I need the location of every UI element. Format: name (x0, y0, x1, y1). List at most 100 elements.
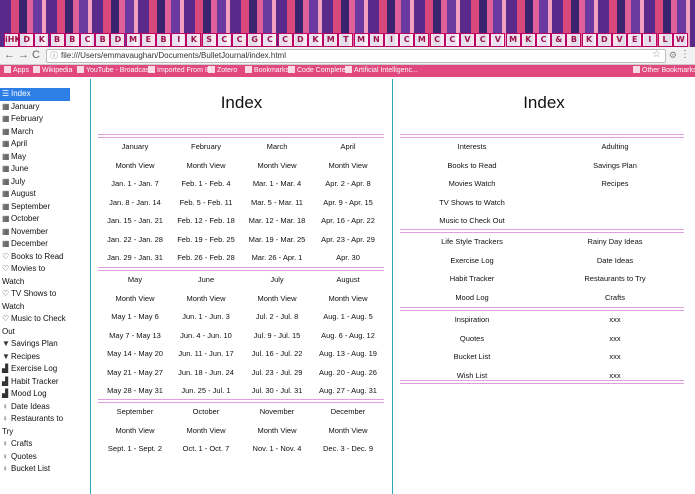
browser-tab[interactable]: K (186, 33, 202, 47)
week-link[interactable]: Aug. 27 - Aug. 31 (312, 386, 384, 395)
browser-tab[interactable]: C (277, 33, 293, 47)
sidebar-item[interactable]: ▦February (0, 113, 70, 126)
collection-link[interactable]: Books to Read (402, 161, 542, 170)
browser-tab[interactable]: K (581, 33, 597, 47)
browser-tab[interactable]: iHK (4, 33, 21, 47)
collection-link[interactable]: xxx (545, 334, 685, 343)
browser-tab[interactable]: K (34, 33, 50, 47)
month-view-link[interactable]: Month View (312, 426, 384, 435)
collection-link[interactable]: Movies Watch (402, 179, 542, 188)
week-link[interactable]: Jan. 1 - Jan. 7 (99, 179, 171, 188)
browser-tab[interactable]: M (505, 33, 521, 47)
sidebar-item[interactable]: ▦December (0, 238, 70, 251)
sidebar-item[interactable]: ♡ Books to Read (0, 251, 70, 264)
collection-link[interactable]: Habit Tracker (402, 274, 542, 283)
week-link[interactable]: Aug. 6 - Aug. 12 (312, 331, 384, 340)
browser-tab[interactable]: M (414, 33, 430, 47)
browser-tab[interactable]: S (201, 33, 217, 47)
week-link[interactable]: Aug. 1 - Aug. 5 (312, 312, 384, 321)
week-link[interactable]: May 21 - May 27 (99, 368, 171, 377)
sidebar-item[interactable]: ♀ Bucket List (0, 463, 70, 476)
browser-tab[interactable]: K (520, 33, 536, 47)
week-link[interactable]: Feb. 5 - Feb. 11 (170, 198, 242, 207)
sidebar-item[interactable]: ▟ Habit Tracker (0, 376, 70, 389)
month-view-link[interactable]: Month View (312, 161, 384, 170)
collection-link[interactable]: Bucket List (402, 352, 542, 361)
bookmark-item[interactable]: YouTube - Broadcas... (77, 66, 155, 74)
browser-tab[interactable]: & (551, 33, 567, 47)
week-link[interactable]: Feb. 1 - Feb. 4 (170, 179, 242, 188)
browser-tab[interactable]: V (612, 33, 627, 47)
browser-tab[interactable]: D (292, 33, 308, 47)
back-icon[interactable]: ← (4, 49, 15, 61)
browser-tab[interactable]: D (110, 33, 126, 47)
week-link[interactable]: Dec. 3 - Dec. 9 (312, 444, 384, 453)
reload-icon[interactable]: C (32, 49, 40, 61)
sidebar-item[interactable]: ♀ Date Ideas (0, 401, 70, 414)
month-view-link[interactable]: Month View (170, 161, 242, 170)
info-icon[interactable]: ⓘ (50, 50, 58, 62)
bookmark-item[interactable]: Artificial Intelligenc... (345, 66, 418, 74)
week-link[interactable]: Mar. 19 - Mar. 25 (241, 235, 313, 244)
collection-link[interactable]: Crafts (545, 293, 685, 302)
collection-link[interactable]: xxx (545, 352, 685, 361)
browser-tab[interactable]: W (672, 33, 688, 47)
bookmark-item[interactable]: Code Complete (288, 66, 346, 74)
sidebar-item[interactable]: ▦January (0, 101, 70, 114)
week-link[interactable]: May 1 - May 6 (99, 312, 171, 321)
sidebar-item[interactable]: ▟ Exercise Log (0, 363, 70, 376)
address-bar[interactable]: ⓘ file:///Users/emmavaughan/Documents/Bu… (46, 49, 666, 63)
week-link[interactable]: Sept. 1 - Sept. 2 (99, 444, 171, 453)
month-view-link[interactable]: Month View (241, 294, 313, 303)
sidebar-item[interactable]: ☰ Index (0, 88, 70, 101)
bookmark-item[interactable]: Apps (4, 66, 29, 74)
month-view-link[interactable]: Month View (241, 426, 313, 435)
browser-tab[interactable]: B (156, 33, 171, 47)
browser-tab[interactable]: I (642, 33, 658, 47)
collection-link[interactable]: Exercise Log (402, 256, 542, 265)
bookmark-item[interactable]: Other Bookmarks (633, 66, 695, 74)
browser-tab[interactable]: B (64, 33, 80, 47)
browser-tab[interactable]: B (95, 33, 111, 47)
browser-tab[interactable]: L (657, 33, 673, 47)
week-link[interactable]: May 7 - May 13 (99, 331, 171, 340)
collection-link[interactable]: Music to Check Out (402, 216, 542, 225)
sidebar-item[interactable]: ♡ Movies to Watch (0, 263, 70, 288)
sidebar-item[interactable]: ▦March (0, 126, 70, 139)
collection-link[interactable]: Savings Plan (545, 161, 685, 170)
bookmark-item[interactable]: Zotero (208, 66, 237, 74)
week-link[interactable]: Jan. 15 - Jan. 21 (99, 216, 171, 225)
month-view-link[interactable]: Month View (99, 161, 171, 170)
collection-link[interactable]: Restaurants to Try (545, 274, 685, 283)
collection-link[interactable]: Date Ideas (545, 256, 685, 265)
browser-tab[interactable]: C (536, 33, 551, 47)
week-link[interactable]: Jul. 23 - Jul. 29 (241, 368, 313, 377)
browser-tab[interactable]: C (475, 33, 491, 47)
month-view-link[interactable]: Month View (99, 294, 171, 303)
sidebar-item[interactable]: ♀ Restaurants to Try (0, 413, 70, 438)
week-link[interactable]: Feb. 19 - Feb. 25 (170, 235, 242, 244)
sidebar-item[interactable]: ▦September (0, 201, 70, 214)
browser-tab[interactable]: M (323, 33, 339, 47)
browser-tab[interactable]: K (308, 33, 323, 47)
sidebar-item[interactable]: ▦July (0, 176, 70, 189)
week-link[interactable]: Jun. 11 - Jun. 17 (170, 349, 242, 358)
month-view-link[interactable]: Month View (99, 426, 171, 435)
sidebar-item[interactable]: ▦August (0, 188, 70, 201)
forward-icon[interactable]: → (18, 49, 29, 61)
sidebar-item[interactable]: ▦November (0, 226, 70, 239)
collection-link[interactable]: Recipes (545, 179, 685, 188)
sidebar-item[interactable]: ▼Recipes (0, 351, 70, 364)
browser-tab[interactable]: M (353, 33, 369, 47)
browser-tab[interactable]: N (368, 33, 384, 47)
week-link[interactable]: Feb. 12 - Feb. 18 (170, 216, 242, 225)
collection-link[interactable]: xxx (545, 371, 685, 380)
week-link[interactable]: Jul. 2 - Jul. 8 (241, 312, 313, 321)
browser-tab[interactable]: E (140, 33, 156, 47)
browser-tab[interactable]: C (262, 33, 278, 47)
collection-link[interactable]: xxx (545, 315, 685, 324)
week-link[interactable]: Jun. 18 - Jun. 24 (170, 368, 242, 377)
bookmark-item[interactable]: Imported From IE (148, 66, 211, 74)
browser-tab[interactable]: T (338, 33, 354, 47)
collection-link[interactable]: Mood Log (402, 293, 542, 302)
